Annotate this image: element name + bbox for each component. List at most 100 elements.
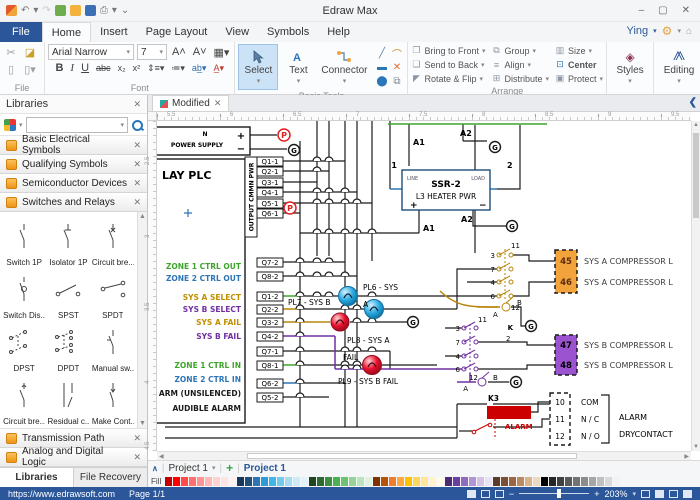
distribute-button[interactable]: ⊞Distribute▾ [492, 72, 550, 85]
underline-icon[interactable]: U [79, 62, 91, 74]
palette-swatch[interactable] [397, 477, 404, 486]
text-tool-button[interactable]: A Text▾ [278, 44, 318, 90]
page-view-icon[interactable] [481, 490, 490, 498]
panel-tab-libraries[interactable]: Libraries [0, 468, 74, 487]
zoom-slider-thumb[interactable] [557, 489, 561, 498]
italic-icon[interactable]: I [68, 62, 76, 74]
settings-dropdown-icon[interactable]: ▾ [677, 27, 681, 35]
vertical-scroll-thumb[interactable] [693, 133, 699, 218]
page-selector[interactable]: Project 1 [168, 463, 207, 474]
bullets-icon[interactable]: ≔▾ [169, 63, 187, 74]
palette-swatch[interactable] [469, 477, 476, 486]
scroll-left-icon[interactable]: ◀ [159, 453, 164, 460]
library-item-semiconductor[interactable]: Semiconductor Devices✕ [0, 174, 147, 193]
center-button[interactable]: ⊡Center [555, 58, 603, 71]
palette-swatch[interactable] [309, 477, 316, 486]
symbol-switch-disconnector[interactable]: Switch Dis... [2, 267, 46, 320]
zoom-dropdown-icon[interactable]: ▾ [632, 490, 636, 498]
palette-swatch[interactable] [429, 477, 436, 486]
settings-gear-icon[interactable]: ⚙ [662, 24, 673, 38]
crop-tool-icon[interactable]: ⧉ [393, 76, 400, 87]
palette-swatch[interactable] [365, 477, 372, 486]
tab-home[interactable]: Home [42, 22, 91, 42]
collapse-ribbon-icon[interactable]: ⌂ [686, 26, 692, 37]
collapse-right-panel-icon[interactable]: ❮ [689, 97, 697, 108]
bring-to-front-button[interactable]: ❐Bring to Front▾ [411, 44, 485, 57]
line-tool-icon[interactable]: ╱ [379, 48, 385, 59]
library-item-switches-relays[interactable]: Switches and Relays✕ [0, 193, 147, 212]
library-search-input[interactable]: ▾ [26, 117, 128, 133]
palette-swatch[interactable] [581, 477, 588, 486]
palette-swatch[interactable] [477, 477, 484, 486]
cut-icon[interactable]: ✂ [6, 46, 15, 59]
collapse-pagebar-icon[interactable]: ∧ [152, 464, 158, 473]
library-close-icon[interactable]: ✕ [133, 452, 141, 463]
redo-icon[interactable]: ↷ [42, 6, 50, 16]
palette-swatch[interactable] [293, 477, 300, 486]
palette-swatch[interactable] [461, 477, 468, 486]
symbol-circuit-breaker[interactable]: Circuit bre... [2, 373, 46, 426]
palette-swatch[interactable] [421, 477, 428, 486]
palette-swatch[interactable] [381, 477, 388, 486]
curve-tool-icon[interactable]: ⌒ [392, 46, 402, 61]
panel-tab-file-recovery[interactable]: File Recovery [74, 468, 147, 487]
palette-swatch[interactable] [525, 477, 532, 486]
search-icon[interactable] [131, 119, 143, 131]
palette-swatch[interactable] [613, 477, 620, 486]
palette-swatch[interactable] [445, 477, 452, 486]
send-to-back-button[interactable]: ❏Send to Back▾ [411, 58, 485, 71]
subscript-icon[interactable]: x₂ [116, 63, 128, 73]
font-name-select[interactable]: Arial Narrow▾ [48, 44, 134, 60]
magnifier-icon[interactable] [669, 490, 678, 498]
scroll-up-icon[interactable]: ▲ [139, 213, 146, 220]
palette-swatch[interactable] [501, 477, 508, 486]
palette-swatch[interactable] [453, 477, 460, 486]
connector-tool-button[interactable]: Connector▾ [318, 44, 370, 90]
symbols-scrollbar[interactable]: ▲▼ [137, 212, 147, 428]
close-button[interactable]: ✕ [682, 5, 690, 16]
sys-a-compressor-terminals[interactable]: 45 46 [555, 250, 577, 293]
palette-swatch[interactable] [533, 477, 540, 486]
library-close-icon[interactable]: ✕ [133, 178, 141, 189]
plc-terminals-1[interactable]: Q1-1 Q2-1 Q3-1 Q4-1 Q5-1 Q6-1 [257, 157, 283, 218]
palette-swatch[interactable] [317, 477, 324, 486]
symbol-circuit-breaker-1p[interactable]: Circuit bre... [91, 214, 135, 267]
symbol-make-contact[interactable]: Make Cont... [91, 373, 135, 426]
styles-button[interactable]: ◈ Styles▾ [610, 44, 650, 90]
open-document-icon[interactable] [70, 5, 81, 16]
font-color-icon[interactable]: A̲▾ [211, 63, 226, 74]
library-close-icon[interactable]: ✕ [133, 140, 141, 151]
palette-swatch[interactable] [597, 477, 604, 486]
highlight-icon[interactable]: ab̲▾ [190, 63, 209, 74]
palette-swatch[interactable] [373, 477, 380, 486]
palette-swatch[interactable] [261, 477, 268, 486]
zoom-slider[interactable] [519, 493, 589, 494]
symbol-spdt[interactable]: SPDT [91, 267, 135, 320]
palette-swatch[interactable] [509, 477, 516, 486]
page-tab-active[interactable]: Project 1 [244, 463, 286, 474]
vertical-scrollbar[interactable]: ▲ ▼ [691, 121, 700, 451]
account-dropdown-icon[interactable]: ▾ [653, 27, 657, 35]
superscript-icon[interactable]: x² [131, 63, 143, 73]
symbol-spst[interactable]: SPST [46, 267, 90, 320]
symbol-dpdt[interactable]: DPDT [46, 320, 90, 373]
paste-icon[interactable]: ▯▾ [24, 63, 36, 76]
palette-swatch[interactable] [413, 477, 420, 486]
undo-dropdown-icon[interactable]: ▾ [33, 6, 38, 16]
strikethrough-icon[interactable]: abc [94, 63, 113, 73]
statusbar-url[interactable]: https://www.edrawsoft.com [8, 489, 115, 499]
rotate-flip-button[interactable]: ◤Rotate & Flip▾ [411, 72, 485, 85]
horizontal-scroll-thumb[interactable] [247, 453, 577, 459]
library-close-icon[interactable]: ✕ [133, 197, 141, 208]
palette-swatch[interactable] [493, 477, 500, 486]
palette-swatch[interactable] [541, 477, 548, 486]
tab-file[interactable]: File [0, 22, 42, 42]
power-supply[interactable]: N POWER SUPPLY + − [157, 127, 250, 155]
library-close-icon[interactable]: ✕ [133, 159, 141, 170]
horizontal-scrollbar[interactable]: ◀ ▶ [157, 451, 691, 460]
sys-b-compressor-terminals[interactable]: 47 48 [555, 335, 577, 375]
minimize-button[interactable]: – [639, 5, 645, 16]
palette-swatch[interactable] [389, 477, 396, 486]
palette-swatch[interactable] [549, 477, 556, 486]
rectangle-tool-icon[interactable]: ▬ [377, 62, 387, 73]
